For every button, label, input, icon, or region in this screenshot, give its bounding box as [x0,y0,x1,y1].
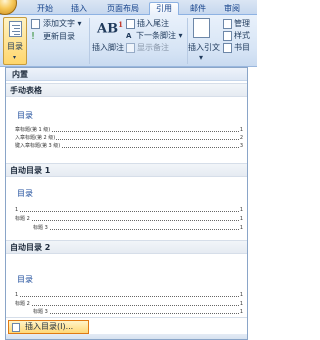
update-toc-button[interactable]: 更新目录 [43,32,75,42]
tab-mailings[interactable]: 邮件 [183,3,213,15]
preview-row: 标题 31 [33,225,243,232]
tab-home[interactable]: 开始 [30,3,60,15]
toc-label: 目录 [7,42,23,51]
ribbon-panel: 目录 ▾ 添加文字 ▾ ! 更新目录 AB1 插入脚注 插入尾注 A 下一条脚注… [0,15,257,67]
preview-row: 键入章标题(第 3 级) 3 [15,143,243,150]
insert-toc-label: 插入目录(I)... [25,322,74,331]
toc-gallery-menu: 内置 手动表格 目录 章标题(第 1 级) 1 入章标题(第 2 级) 2 键入章标… [5,67,248,340]
toc-icon [9,21,22,37]
preview-heading: 目录 [17,275,33,284]
tab-references[interactable]: 引用 [149,2,179,16]
insert-endnote-button[interactable]: 插入尾注 [137,19,169,29]
chevron-down-icon: ▾ [75,19,82,28]
show-notes-icon [126,43,135,53]
preview-heading: 目录 [17,189,33,198]
preview-heading: 目录 [17,111,33,120]
tab-review[interactable]: 审阅 [217,3,247,15]
insert-footnote-icon[interactable]: AB1 [97,20,123,36]
section-title-manual: 手动表格 [6,83,247,97]
add-text-icon [31,19,40,29]
section-title-auto-2: 自动目录 2 [6,240,247,254]
ribbon-tab-bar: 开始 插入 页面布局 引用 邮件 审阅 [0,0,257,16]
preview-row: 标题 21 [15,301,243,308]
toc-option-manual-table[interactable]: 目录 章标题(第 1 级) 1 入章标题(第 2 级) 2 键入章标题(第 3 级)… [6,98,247,150]
menu-header: 内置 [6,68,247,81]
chevron-down-icon: ▾ [199,53,204,62]
preview-row: 标题 31 [33,309,243,316]
preview-row: 章标题(第 1 级) 1 [15,127,243,134]
tab-page-layout[interactable]: 页面布局 [100,3,146,15]
menu-divider [6,317,247,318]
toc-option-auto-1[interactable]: 目录 11 标题 21 标题 31 [6,178,247,236]
chevron-down-icon: ▾ [13,54,17,61]
tab-insert[interactable]: 插入 [64,3,94,15]
add-text-label: 添加文字 [43,19,75,28]
insert-toc-menu-item[interactable]: 插入目录(I)... [8,320,89,334]
insert-endnote-icon [126,19,135,29]
office-button[interactable] [0,0,17,15]
manage-sources-icon [223,19,232,29]
insert-footnote-label[interactable]: 插入脚注 [92,43,124,53]
bibliography-icon [223,43,232,53]
style-select[interactable]: 样式 [234,31,250,41]
show-notes-button: 显示备注 [137,43,169,52]
preview-row: 标题 21 [15,216,243,223]
section-title-auto-1: 自动目录 1 [6,163,247,177]
manage-sources-button[interactable]: 管理 [234,19,250,29]
chevron-down-icon: ▾ [176,31,183,40]
preview-row: 11 [15,207,243,214]
next-footnote-label: 下一条脚注 [136,31,176,40]
insert-citation-button[interactable]: 插入引文 ▾ [188,43,220,63]
toc-button[interactable]: 目录 ▾ [3,17,27,65]
document-icon [12,323,20,332]
insert-citation-label: 插入引文 [188,43,220,52]
group-separator [89,18,90,64]
insert-citation-icon [193,18,210,38]
preview-row: 11 [15,292,243,299]
refresh-icon: ! [31,31,36,42]
style-icon [223,31,232,41]
menu-resize-bar [6,334,247,339]
next-footnote-button[interactable]: 下一条脚注 ▾ [136,31,183,41]
bibliography-button[interactable]: 书目 [234,43,250,53]
next-footnote-icon: A [126,32,132,40]
toc-option-auto-2[interactable]: 目录 11 标题 21 标题 31 [6,255,247,316]
preview-row: 入章标题(第 2 级) 2 [15,135,243,142]
add-text-button[interactable]: 添加文字 ▾ [43,19,82,29]
